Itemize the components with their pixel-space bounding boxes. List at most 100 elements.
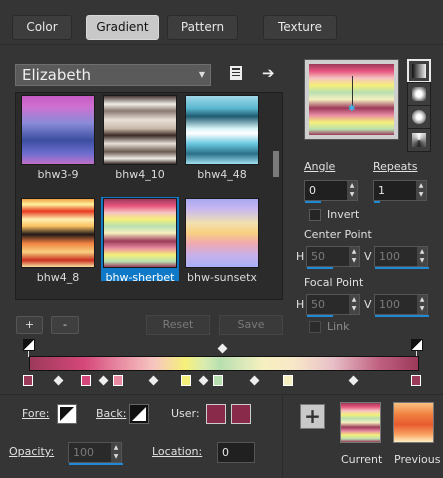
crosshair-icon[interactable]: ✱ [348, 104, 356, 114]
gradient-thumb-label: bhw4_10 [115, 168, 165, 181]
spin-arrows-icon[interactable]: ▲ ▼ [349, 295, 359, 314]
add-gradient-button[interactable]: + [16, 316, 43, 334]
gradient-thumb-label: bhw3-9 [37, 168, 79, 181]
user-color-swatch-2[interactable] [231, 404, 251, 424]
tab-gradient[interactable]: Gradient [86, 15, 159, 40]
gradient-thumb-bhw3-9[interactable]: bhw3-9 [19, 94, 97, 181]
radial-style-icon [412, 133, 426, 147]
gradient-thumb-label: bhw-sunsetx [187, 271, 257, 284]
focal-h-label: H [296, 298, 305, 311]
center-h-slider-bar[interactable] [307, 267, 333, 269]
spin-arrows-icon[interactable]: ▲ ▼ [417, 247, 427, 266]
color-midpoint[interactable] [98, 375, 109, 386]
location-input[interactable]: 0 [217, 442, 255, 463]
gradient-thumb-bhw-sunsetx[interactable]: bhw-sunsetx [183, 197, 261, 284]
spin-arrows-icon[interactable]: ▲ ▼ [417, 295, 427, 314]
color-stop[interactable] [23, 375, 33, 386]
spin-arrows-icon[interactable]: ▲ ▼ [416, 181, 426, 200]
reset-button[interactable]: Reset [146, 315, 210, 335]
invert-checkbox[interactable] [309, 209, 321, 221]
preset-dropdown-value: Elizabeth [22, 66, 92, 84]
color-midpoint[interactable] [148, 375, 159, 386]
color-stop[interactable] [411, 375, 421, 386]
color-midpoint[interactable] [53, 375, 64, 386]
gradient-thumb-bhw-sherbet[interactable]: bhw-sherbet [101, 197, 179, 284]
center-point-label: Center Point [304, 228, 372, 241]
back-label: Back: [96, 407, 127, 420]
focal-v-slider-bar[interactable] [375, 315, 429, 317]
color-midpoint[interactable] [198, 375, 209, 386]
focal-h-value: 50 [311, 298, 325, 311]
current-gradient-swatch[interactable] [340, 402, 381, 443]
focal-h-input[interactable]: 50 ▲ ▼ [306, 294, 360, 317]
user-color-swatch-1[interactable] [206, 404, 226, 424]
repeats-value: 1 [378, 184, 385, 197]
gradient-thumb-label: bhw-sherbet [105, 271, 175, 284]
arrow-right-icon[interactable]: ➔ [262, 64, 278, 82]
chevron-down-icon: ▼ [198, 70, 205, 79]
opacity-midpoint[interactable] [217, 343, 228, 354]
gradient-thumb-label: bhw4_48 [197, 168, 247, 181]
opacity-slider-bar[interactable] [69, 463, 123, 465]
sunburst-style-icon [412, 110, 426, 124]
book-icon[interactable] [228, 65, 244, 81]
library-scrollbar[interactable] [272, 95, 280, 297]
rectangular-style-button[interactable] [407, 82, 431, 106]
tab-color[interactable]: Color [12, 15, 72, 40]
center-h-input[interactable]: 50 ▲ ▼ [306, 246, 360, 269]
spin-arrows-icon[interactable]: ▲ ▼ [347, 181, 357, 200]
color-stop[interactable] [213, 375, 223, 386]
tab-bar: Color Gradient Pattern Texture [0, 0, 443, 44]
fore-triangle-icon [60, 407, 74, 421]
color-midpoint[interactable] [348, 375, 359, 386]
back-triangle-icon [132, 407, 146, 421]
repeats-label: Repeats [373, 160, 418, 173]
current-label: Current [341, 453, 383, 466]
fore-color-swatch[interactable] [57, 404, 77, 424]
scrollbar-thumb[interactable] [273, 151, 279, 177]
gradient-preset-dropdown[interactable]: Elizabeth ▼ [15, 64, 211, 86]
repeats-input[interactable]: 1 ▲ ▼ [373, 180, 427, 203]
previous-gradient-swatch[interactable] [393, 402, 434, 443]
location-label: Location: [152, 445, 203, 458]
center-v-input[interactable]: 100 ▲ ▼ [374, 246, 429, 269]
gradient-swatch [103, 198, 177, 268]
opacity-stop-left[interactable] [23, 339, 35, 351]
tab-pattern[interactable]: Pattern [167, 15, 238, 40]
angle-slider-bar[interactable] [305, 201, 321, 203]
gradient-swatch [103, 95, 177, 165]
opacity-input[interactable]: 100 ▲ ▼ [68, 442, 123, 465]
add-to-library-button[interactable]: + [300, 404, 325, 429]
gradient-thumb-bhw4_48[interactable]: bhw4_48 [183, 94, 261, 181]
sunburst-style-button[interactable] [407, 105, 431, 129]
tab-texture[interactable]: Texture [263, 15, 337, 40]
opacity-stop-right[interactable] [411, 339, 423, 351]
gradient-editor-bar[interactable] [29, 356, 419, 371]
angle-input[interactable]: 0 ▲ ▼ [304, 180, 358, 203]
spin-arrows-icon[interactable]: ▲ ▼ [349, 247, 359, 266]
color-stop[interactable] [81, 375, 91, 386]
gradient-swatch [185, 95, 259, 165]
back-color-swatch[interactable] [129, 404, 149, 424]
linear-style-button[interactable] [407, 59, 431, 83]
focal-h-slider-bar[interactable] [307, 315, 333, 317]
save-button[interactable]: Save [219, 315, 283, 335]
repeats-slider-bar[interactable] [374, 201, 380, 203]
color-stop[interactable] [181, 375, 191, 386]
gradient-preview[interactable]: ✱ [304, 59, 399, 140]
center-v-slider-bar[interactable] [375, 267, 429, 269]
radial-style-button[interactable] [407, 128, 431, 152]
link-checkbox[interactable] [309, 321, 321, 333]
remove-gradient-button[interactable]: - [51, 316, 79, 334]
color-stop[interactable] [283, 375, 293, 386]
user-label: User: [171, 407, 200, 420]
gradient-swatch [185, 198, 259, 268]
color-midpoint[interactable] [249, 375, 260, 386]
color-stop[interactable] [113, 375, 123, 386]
gradient-thumb-bhw4_10[interactable]: bhw4_10 [101, 94, 179, 181]
focal-v-input[interactable]: 100 ▲ ▼ [374, 294, 429, 317]
gradient-thumb-bhw4_8[interactable]: bhw4_8 [19, 197, 97, 284]
spin-arrows-icon[interactable]: ▲ ▼ [111, 443, 121, 462]
panel-divider [0, 394, 443, 395]
focal-point-label: Focal Point [304, 276, 364, 289]
